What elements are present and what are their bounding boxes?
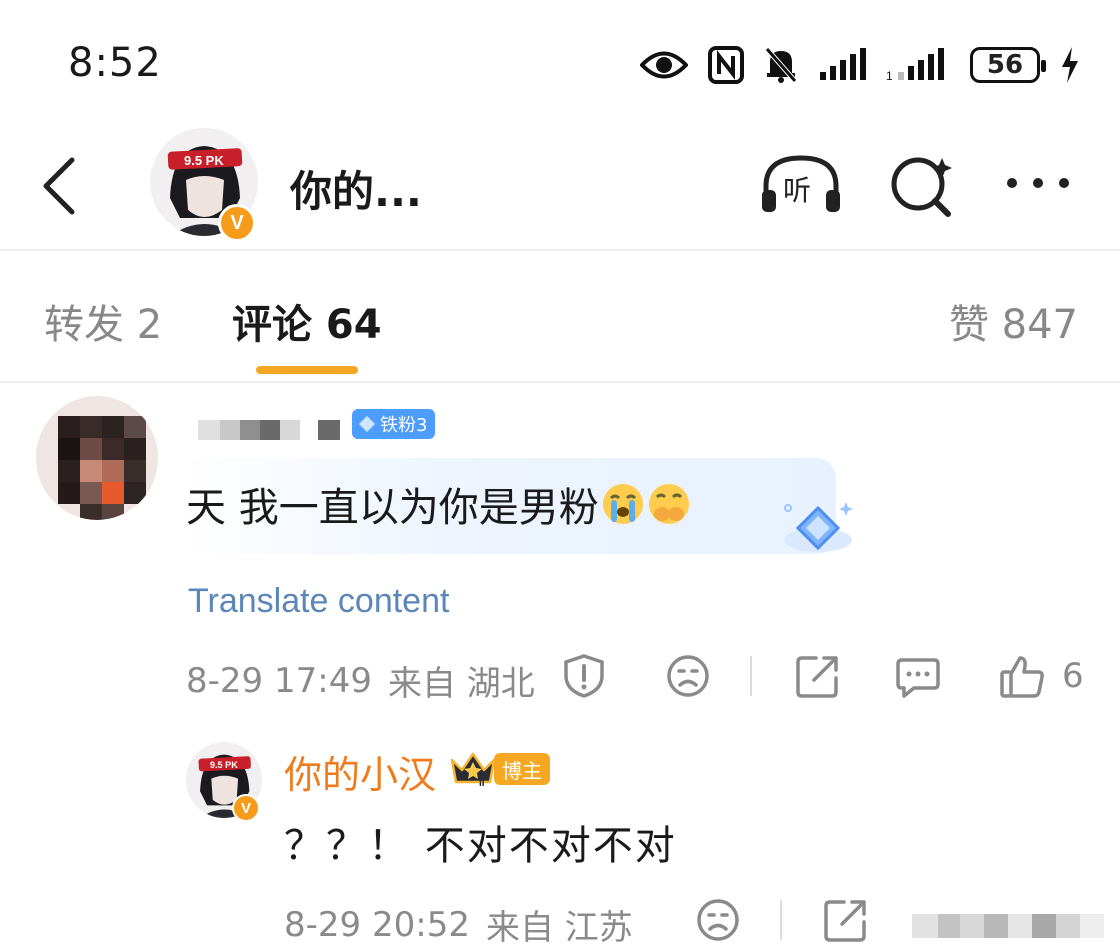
reply-headband-text: 9.5 PK <box>210 760 238 770</box>
crying-emoji <box>601 482 645 526</box>
fan-level-label: 铁粉3 <box>380 415 428 436</box>
diamond-icon <box>359 416 375 432</box>
reply-actions-blurred <box>912 900 1112 948</box>
tab-active-indicator <box>256 366 358 374</box>
commenter-avatar[interactable] <box>36 396 158 520</box>
dislike-face-icon[interactable] <box>664 652 712 700</box>
signal-icon-2: 1 <box>886 48 950 82</box>
comment-meta: 8-29 17:49 来自 湖北 <box>186 656 535 705</box>
charging-icon <box>1060 47 1080 83</box>
header-divider <box>0 249 1120 251</box>
reply-action-divider <box>780 900 782 940</box>
reply-verified-badge: V <box>232 794 260 822</box>
commenter-name-blurred[interactable] <box>198 408 348 440</box>
blogger-badge: 博主 <box>494 753 550 785</box>
comment-location: 来自 湖北 <box>387 664 535 704</box>
more-icon[interactable] <box>1002 150 1082 220</box>
reply-location: 来自 江苏 <box>485 908 633 948</box>
reply-meta: 8-29 20:52 来自 江苏 <box>284 900 633 948</box>
crown-level: II <box>479 778 485 788</box>
fan-sparkle-decoration <box>770 498 860 562</box>
battery-icon: 56 <box>970 47 1046 83</box>
eye-icon <box>640 48 688 82</box>
signal-icon <box>818 48 866 82</box>
comment-icon[interactable] <box>894 652 942 700</box>
svg-text:1: 1 <box>886 69 893 82</box>
tab-comments[interactable]: 评论 64 <box>232 292 382 350</box>
back-icon[interactable] <box>36 150 84 220</box>
status-time: 8:52 <box>68 40 162 86</box>
like-icon[interactable] <box>998 652 1046 700</box>
report-shield-icon[interactable] <box>560 652 608 700</box>
tabs-divider <box>0 381 1120 383</box>
translate-content-link[interactable]: Translate content <box>188 582 449 621</box>
reply-dislike-face-icon[interactable] <box>694 896 742 944</box>
comment-text-content: 天 我一直以为你是男粉 <box>186 485 599 531</box>
listen-label: 听 <box>783 174 811 207</box>
reply-share-icon[interactable] <box>822 896 870 944</box>
listen-icon[interactable]: 听 <box>758 150 840 220</box>
verified-badge: V <box>218 204 256 242</box>
tab-likes[interactable]: 赞 847 <box>949 292 1078 350</box>
comment-text: 天 我一直以为你是男粉 <box>186 475 691 533</box>
like-count: 6 <box>1062 656 1084 696</box>
action-divider <box>750 656 752 696</box>
share-icon[interactable] <box>794 652 842 700</box>
reply-time: 8-29 20:52 <box>284 904 470 945</box>
tab-repost[interactable]: 转发 2 <box>44 292 162 350</box>
covering-mouth-emoji <box>647 482 691 526</box>
search-sparkle-icon[interactable] <box>886 150 966 220</box>
reply-text: ？？！ 不对不对不对 <box>284 823 677 869</box>
nfc-icon <box>708 46 744 84</box>
page-title: 你的... <box>290 167 422 216</box>
fan-level-badge: 铁粉3 <box>352 409 436 439</box>
headband-text: 9.5 PK <box>184 153 224 168</box>
mute-bell-icon <box>764 46 798 84</box>
status-icons: 1 56 <box>640 40 1080 90</box>
crown-icon: II <box>448 748 498 789</box>
reply-author-name[interactable]: 你的小汉 <box>284 744 436 799</box>
comment-time: 8-29 17:49 <box>186 660 372 701</box>
